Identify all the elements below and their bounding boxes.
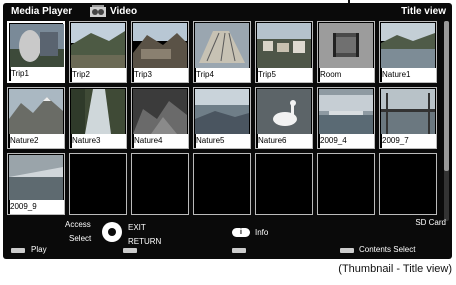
thumbnail-label: Nature6 [258, 134, 312, 148]
header-bar: Media Player Video Title view [7, 5, 448, 19]
thumbnail-tile[interactable]: Nature5 [193, 87, 251, 149]
play-label[interactable]: Play [31, 245, 47, 255]
thumbnail-tile[interactable]: Trip5 [255, 21, 313, 83]
thumbnail-tile[interactable]: Nature4 [131, 87, 189, 149]
thumbnail-label: Trip1 [11, 67, 65, 81]
thumbnail-tile[interactable]: Nature1 [379, 21, 437, 83]
thumbnail-image [195, 23, 249, 68]
figure-caption: (Thumbnail - Title view) [338, 263, 452, 275]
thumbnail-image [381, 89, 435, 134]
thumbnail-tile[interactable]: Trip4 [193, 21, 251, 83]
thumbnail-label: Trip2 [72, 68, 126, 82]
app-title: Media Player [11, 6, 73, 17]
green-button-icon[interactable] [123, 248, 137, 253]
empty-thumbnail-slot [255, 153, 313, 215]
thumbnail-label: 2009_7 [382, 134, 436, 148]
thumbnail-image [133, 89, 187, 134]
thumbnail-image [257, 89, 311, 134]
blue-button-icon[interactable] [340, 248, 354, 253]
thumbnail-image [381, 23, 435, 68]
thumbnail-image [319, 23, 373, 68]
scrollbar-thumb[interactable] [444, 21, 449, 171]
thumbnail-tile[interactable]: 2009_9 [7, 153, 65, 215]
thumbnail-label: Nature3 [72, 134, 126, 148]
thumbnail-image [9, 155, 63, 200]
thumbnail-image [10, 24, 64, 69]
empty-thumbnail-slot [69, 153, 127, 215]
exit-label[interactable]: EXIT [128, 223, 146, 233]
info-icon[interactable]: i [232, 228, 250, 237]
thumbnail-tile[interactable]: Trip2 [69, 21, 127, 83]
thumbnail-image [195, 89, 249, 134]
contents-select-label[interactable]: Contents Select [359, 245, 415, 255]
thumbnail-label: Nature5 [196, 134, 250, 148]
thumbnail-label: Nature4 [134, 134, 188, 148]
thumbnail-tile[interactable]: Nature6 [255, 87, 313, 149]
thumbnail-image [133, 23, 187, 68]
section-title: Video [110, 6, 138, 17]
info-label[interactable]: Info [255, 228, 268, 238]
thumbnail-image [9, 89, 63, 134]
thumbnail-tile[interactable]: Trip1 [7, 21, 65, 83]
thumbnail-label: Nature2 [10, 134, 64, 148]
thumbnail-image [71, 23, 125, 68]
empty-thumbnail-slot [379, 153, 437, 215]
thumbnail-image [257, 23, 311, 68]
thumbnail-label: Room [320, 68, 374, 82]
thumbnail-tile[interactable]: Room [317, 21, 375, 83]
view-mode-label: Title view [401, 6, 446, 17]
thumbnail-image [319, 89, 373, 134]
thumbnail-label: 2009_4 [320, 134, 374, 148]
thumbnail-tile[interactable]: Trip3 [131, 21, 189, 83]
sd-card-label: SD Card [415, 218, 446, 227]
select-label: Select [69, 234, 92, 243]
jog-dial-icon[interactable] [102, 222, 122, 242]
return-label[interactable]: RETURN [128, 237, 161, 247]
film-reel-icon [89, 5, 107, 19]
thumbnail-label: Nature1 [382, 68, 436, 82]
thumbnail-tile[interactable]: 2009_7 [379, 87, 437, 149]
empty-thumbnail-slot [131, 153, 189, 215]
thumbnail-tile[interactable]: 2009_4 [317, 87, 375, 149]
empty-thumbnail-slot [193, 153, 251, 215]
media-player-screen: Media Player Video Title view Trip1 Trip2… [3, 3, 452, 259]
thumbnail-label: 2009_9 [10, 200, 64, 214]
thumbnail-tile[interactable]: Nature2 [7, 87, 65, 149]
empty-thumbnail-slot [317, 153, 375, 215]
thumbnail-tile[interactable]: Nature3 [69, 87, 127, 149]
access-label: Access [65, 220, 91, 229]
thumbnail-label: Trip3 [134, 68, 188, 82]
footer-bar: Access Select EXIT RETURN i Info SD Card… [3, 217, 452, 259]
thumbnail-label: Trip4 [196, 68, 250, 82]
thumbnail-label: Trip5 [258, 68, 312, 82]
yellow-button-icon[interactable] [232, 248, 246, 253]
scrollbar[interactable] [444, 21, 449, 221]
red-button-icon[interactable] [11, 248, 25, 253]
thumbnail-image [71, 89, 125, 134]
